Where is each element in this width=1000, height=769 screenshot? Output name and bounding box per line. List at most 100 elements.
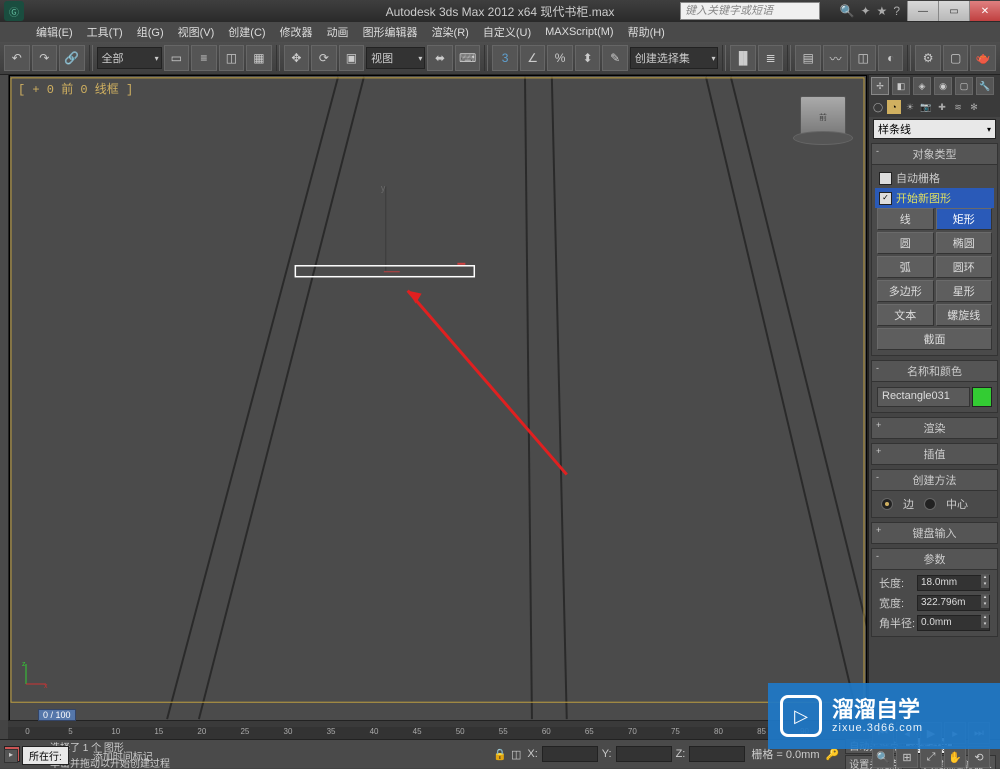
circle-button[interactable]: 圆 [877,232,934,254]
maximize-button[interactable]: ▭ [938,1,969,21]
redo-icon[interactable]: ↷ [32,45,58,71]
manipulate-icon[interactable]: ⬌ [427,45,453,71]
minimize-button[interactable]: — [907,1,938,21]
zoom-extents-icon[interactable]: ⤢ [920,746,942,768]
render-rollout[interactable]: +渲染 [871,417,998,439]
startnewshape-checkbox[interactable]: ✓开始新图形 [875,188,994,208]
object-color-swatch[interactable] [972,387,992,407]
track-row-label[interactable]: 所在行: [22,746,69,765]
motion-tab-icon[interactable]: ◉ [934,77,952,95]
line-button[interactable]: 线 [877,208,934,230]
link-icon[interactable]: 🔗 [59,45,85,71]
undo-icon[interactable]: ↶ [4,45,30,71]
select-region-icon[interactable]: ◫ [219,45,245,71]
menu-customize[interactable]: 自定义(U) [477,22,537,42]
y-coord-input[interactable] [616,746,672,762]
creation-method-header[interactable]: -创建方法 [872,470,997,491]
favorites-icon[interactable]: ★ [877,4,888,18]
percent-snap-icon[interactable]: % [547,45,573,71]
menu-help[interactable]: 帮助(H) [622,22,671,42]
add-time-tag[interactable]: 添加时间标记 [93,748,153,763]
render-setup-icon[interactable]: ⚙ [915,45,941,71]
selection-filter-dropdown[interactable]: 全部 [97,47,162,69]
x-coord-input[interactable] [542,746,598,762]
arc-button[interactable]: 弧 [877,256,934,278]
close-button[interactable]: ✕ [969,1,1000,21]
menu-edit[interactable]: 编辑(E) [30,22,79,42]
utilities-tab-icon[interactable]: 🔧 [976,77,994,95]
section-button[interactable]: 截面 [877,328,992,350]
length-spinner[interactable]: 18.0mm [917,575,990,591]
menu-grapheditors[interactable]: 图形编辑器 [357,22,424,42]
frame-indicator[interactable]: 0 / 100 [38,709,76,721]
shape-type-dropdown[interactable]: 样条线 [873,119,996,139]
edge-radio[interactable] [881,498,893,510]
z-coord-input[interactable] [689,746,745,762]
angle-snap-icon[interactable]: ∠ [520,45,546,71]
scale-icon[interactable]: ▣ [339,45,365,71]
cameras-cat-icon[interactable]: 📷 [919,100,933,114]
viewport-label[interactable]: [ + 0 前 0 线框 ] [18,80,133,97]
help-search-input[interactable]: 键入关键字或短语 [680,2,820,20]
select-by-name-icon[interactable]: ≡ [191,45,217,71]
window-crossing-icon[interactable]: ▦ [246,45,272,71]
interpolation-rollout[interactable]: +插值 [871,443,998,465]
rectangle-button[interactable]: 矩形 [936,208,993,230]
time-slider[interactable]: 0 / 100 0510 152025 303540 455055 606570… [8,720,869,739]
search-icon[interactable]: 🔍 [840,4,855,18]
reference-dropdown[interactable]: 视图 [366,47,425,69]
ngon-button[interactable]: 多边形 [877,280,934,302]
menu-maxscript[interactable]: MAXScript(M) [539,24,619,40]
spinner-snap-icon[interactable]: ⬍ [575,45,601,71]
width-spinner[interactable]: 322.796m [917,595,990,611]
autogrid-checkbox[interactable]: 自动栅格 [875,168,994,188]
mirror-icon[interactable]: ▐▌ [730,45,756,71]
keyboard-shortcut-icon[interactable]: ⌨ [455,45,481,71]
help-icon[interactable]: ? [893,4,900,18]
create-tab-icon[interactable]: ✢ [871,77,889,95]
layers-icon[interactable]: ▤ [795,45,821,71]
object-type-header[interactable]: -对象类型 [872,144,997,165]
named-selection-dropdown[interactable]: 创建选择集 [630,47,719,69]
key-icon[interactable]: 🔑 [826,748,840,761]
systems-cat-icon[interactable]: ✻ [967,100,981,114]
helix-button[interactable]: 螺旋线 [936,304,993,326]
zoom-all-icon[interactable]: ⊞ [896,746,918,768]
orbit-icon[interactable]: ⟲ [968,746,990,768]
subscription-icon[interactable]: ✦ [860,4,870,18]
star-button[interactable]: 星形 [936,280,993,302]
display-tab-icon[interactable]: ▢ [955,77,973,95]
center-radio[interactable] [924,498,936,510]
geometry-cat-icon[interactable]: ◯ [871,100,885,114]
menu-views[interactable]: 视图(V) [172,22,221,42]
object-name-input[interactable]: Rectangle031 [877,387,970,407]
lock-icon[interactable]: 🔒 [493,748,507,761]
lights-cat-icon[interactable]: ☀ [903,100,917,114]
menu-group[interactable]: 组(G) [131,22,170,42]
donut-button[interactable]: 圆环 [936,256,993,278]
menu-animation[interactable]: 动画 [321,22,355,42]
text-button[interactable]: 文本 [877,304,934,326]
corner-radius-spinner[interactable]: 0.0mm [917,615,990,631]
curve-editor-icon[interactable]: 〰 [823,45,849,71]
pan-icon[interactable]: ✋ [944,746,966,768]
render-frame-icon[interactable]: ▢ [943,45,969,71]
isolate-icon[interactable]: ◫ [511,748,521,761]
name-color-header[interactable]: -名称和颜色 [872,361,997,382]
rotate-icon[interactable]: ⟳ [311,45,337,71]
edit-selection-icon[interactable]: ✎ [602,45,628,71]
viewcube[interactable]: 前 [800,96,846,138]
menu-create[interactable]: 创建(C) [222,22,271,42]
move-icon[interactable]: ✥ [284,45,310,71]
timeline-ruler[interactable]: 0510 152025 303540 455055 606570 758085 … [8,727,869,739]
spacewarps-cat-icon[interactable]: ≋ [951,100,965,114]
align-icon[interactable]: ≣ [758,45,784,71]
select-object-icon[interactable]: ▭ [164,45,190,71]
snap-toggle-icon[interactable]: 3 [492,45,518,71]
schematic-icon[interactable]: ◫ [850,45,876,71]
menu-tools[interactable]: 工具(T) [81,22,129,42]
helpers-cat-icon[interactable]: ✚ [935,100,949,114]
material-editor-icon[interactable]: ◐ [878,45,904,71]
ellipse-button[interactable]: 椭圆 [936,232,993,254]
viewport[interactable]: [ + 0 前 0 线框 ] 前 y [9,75,867,721]
